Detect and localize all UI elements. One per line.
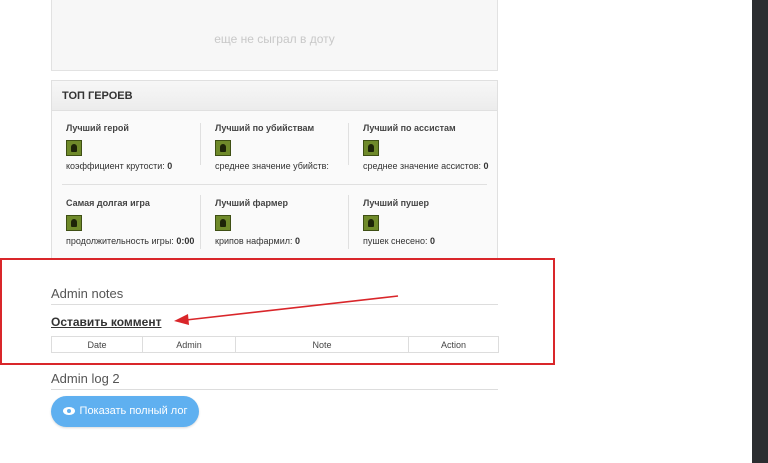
divider: [51, 389, 498, 390]
annotation-arrow: [174, 295, 399, 325]
show-full-log-label: Показать полный лог: [79, 405, 188, 417]
show-full-log-button[interactable]: Показать полный лог: [51, 396, 199, 427]
admin-log-title: Admin log 2: [51, 371, 120, 386]
eye-icon: [62, 407, 75, 415]
